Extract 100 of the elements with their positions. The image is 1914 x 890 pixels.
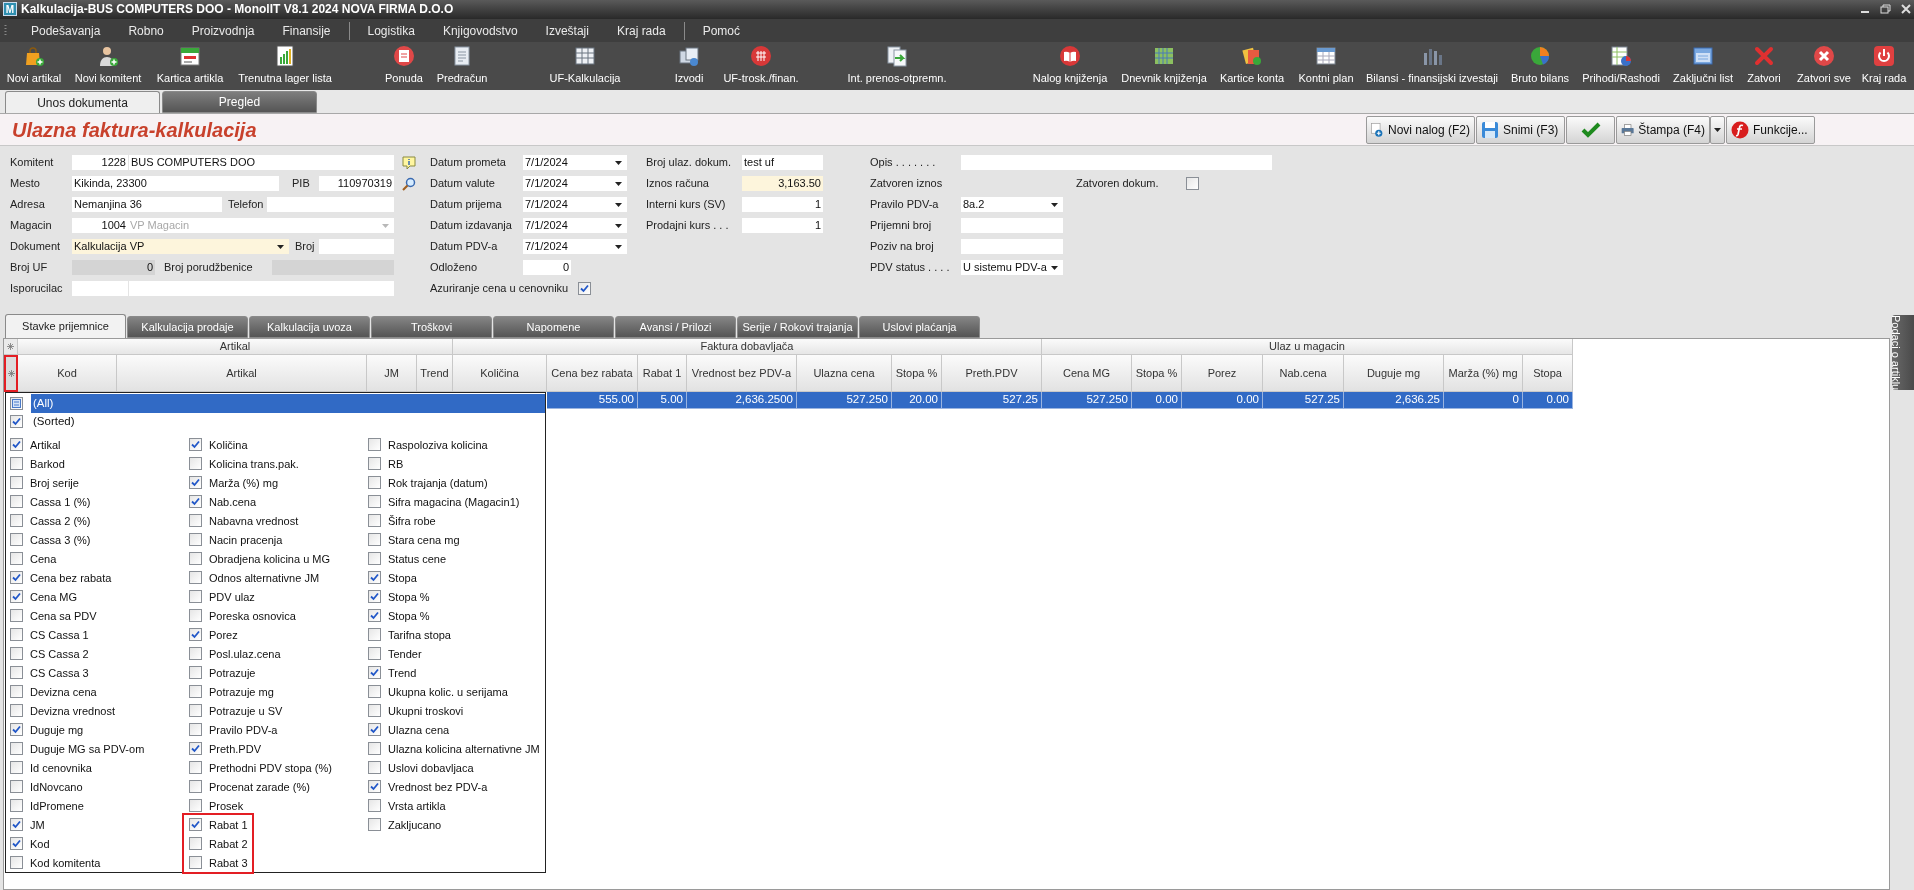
checkbox[interactable] xyxy=(10,666,23,680)
checkbox[interactable] xyxy=(368,476,381,490)
checkbox[interactable] xyxy=(189,818,202,832)
column-option[interactable]: Duguje mg xyxy=(6,720,149,740)
toolbar-button[interactable]: Ponuda xyxy=(384,45,424,87)
menu-item[interactable]: Pomoć xyxy=(688,20,754,41)
toolbar-button[interactable]: UF-Kalkulacija xyxy=(548,45,622,87)
checkbox[interactable] xyxy=(189,476,202,490)
column-option[interactable]: Devizna cena xyxy=(6,682,149,702)
checkbox[interactable] xyxy=(368,533,381,547)
column-option[interactable]: JM xyxy=(6,815,149,835)
checkbox[interactable] xyxy=(189,552,202,566)
input-field[interactable] xyxy=(961,239,1063,254)
column-header[interactable]: Vrednost bez PDV-a xyxy=(687,355,797,392)
column-option[interactable]: Status cene xyxy=(364,549,544,569)
tab[interactable]: Napomene xyxy=(493,316,614,338)
column-option[interactable]: Rok trajanja (datum) xyxy=(364,473,544,493)
column-option[interactable]: Cassa 3 (%) xyxy=(6,530,149,550)
new-order-button[interactable]: Novi nalog (F2) xyxy=(1366,115,1475,144)
column-option[interactable]: Sifra magacina (Magacin1) xyxy=(364,492,544,512)
column-option[interactable]: Ukupni troskovi xyxy=(364,701,544,721)
tab[interactable]: Kalkulacija prodaje xyxy=(127,316,248,338)
toolbar-button[interactable]: Kontni plan xyxy=(1297,45,1355,87)
restore-icon[interactable] xyxy=(1880,4,1891,14)
column-header[interactable]: Kod xyxy=(18,355,117,392)
tab[interactable]: Unos dokumenta xyxy=(5,91,160,113)
toolbar-button[interactable]: Trenutna lager lista xyxy=(237,45,333,87)
checkbox[interactable] xyxy=(189,514,202,528)
column-option[interactable]: Raspoloziva kolicina xyxy=(364,435,544,455)
checkbox[interactable] xyxy=(189,590,202,604)
input-field[interactable]: 1 xyxy=(742,218,823,233)
checkbox[interactable] xyxy=(368,609,381,623)
column-option[interactable]: Ulazna kolicina alternativne JM xyxy=(364,739,544,759)
column-option[interactable]: Porez xyxy=(185,625,336,645)
column-header[interactable]: Duguje mg xyxy=(1344,355,1444,392)
column-header[interactable]: Stopa % xyxy=(1132,355,1182,392)
checkbox[interactable] xyxy=(10,799,23,813)
checkbox[interactable] xyxy=(368,780,381,794)
checkbox[interactable] xyxy=(10,609,23,623)
checkbox[interactable] xyxy=(368,742,381,756)
input-field[interactable]: Kikinda, 23300 xyxy=(72,176,279,191)
tab[interactable]: Serije / Rokovi trajanja xyxy=(737,316,858,338)
column-option[interactable]: Tarifna stopa xyxy=(364,625,544,645)
column-option[interactable]: Artikal xyxy=(6,435,149,455)
input-field[interactable] xyxy=(267,197,394,212)
date-picker[interactable]: 7/1/2024 xyxy=(523,197,627,212)
column-option[interactable]: Stara cena mg xyxy=(364,530,544,550)
checkbox[interactable] xyxy=(189,438,202,452)
column-option[interactable]: Prethodni PDV stopa (%) xyxy=(185,758,336,778)
column-option[interactable]: CS Cassa 2 xyxy=(6,644,149,664)
column-option[interactable]: Cena sa PDV xyxy=(6,606,149,626)
column-option[interactable]: Vrednost bez PDV-a xyxy=(364,777,544,797)
column-option[interactable]: Stopa % xyxy=(364,587,544,607)
column-option[interactable]: Cena bez rabata xyxy=(6,568,149,588)
column-option[interactable]: Broj serije xyxy=(6,473,149,493)
toolbar-button[interactable]: Bilansi - finansijski izvestaji xyxy=(1365,45,1500,87)
checkbox[interactable] xyxy=(189,533,202,547)
info-icon[interactable] xyxy=(402,155,416,170)
checkbox[interactable] xyxy=(10,571,23,585)
close-icon[interactable] xyxy=(1901,4,1911,14)
column-header[interactable]: Količina xyxy=(453,355,547,392)
column-option[interactable]: Nab.cena xyxy=(185,492,336,512)
toolbar-button[interactable]: Zaključni list xyxy=(1672,45,1734,87)
checkbox[interactable] xyxy=(10,514,23,528)
column-option[interactable]: CS Cassa 3 xyxy=(6,663,149,683)
column-option[interactable]: Cena MG xyxy=(6,587,149,607)
column-option[interactable]: Poreska osnovica xyxy=(185,606,336,626)
column-header[interactable]: Cena MG xyxy=(1042,355,1132,392)
checkbox[interactable] xyxy=(368,457,381,471)
checkbox[interactable] xyxy=(10,628,23,642)
checkbox[interactable] xyxy=(368,799,381,813)
column-option[interactable]: Marža (%) mg xyxy=(185,473,336,493)
column-option[interactable]: RB xyxy=(364,454,544,474)
code-field[interactable] xyxy=(72,281,128,296)
checkbox[interactable] xyxy=(189,628,202,642)
column-option[interactable]: Nacin pracenja xyxy=(185,530,336,550)
checkbox[interactable] xyxy=(10,704,23,718)
column-option[interactable]: Obradjena kolicina u MG xyxy=(185,549,336,569)
column-option[interactable]: Barkod xyxy=(6,454,149,474)
checkbox[interactable] xyxy=(189,704,202,718)
row-selector-header[interactable] xyxy=(4,355,18,392)
toolbar-button[interactable]: Dnevnik knjiženja xyxy=(1120,45,1208,87)
checkbox[interactable] xyxy=(368,685,381,699)
checkbox[interactable] xyxy=(189,685,202,699)
toolbar-button[interactable]: Kraj rada xyxy=(1860,45,1908,87)
checkbox[interactable] xyxy=(189,799,202,813)
column-option[interactable]: IdNovcano xyxy=(6,777,149,797)
input-field[interactable]: BUS COMPUTERS DOO xyxy=(129,155,394,170)
input-field[interactable] xyxy=(961,155,1272,170)
column-option[interactable]: Potrazuje xyxy=(185,663,336,683)
search-icon[interactable] xyxy=(402,176,416,191)
checkbox[interactable] xyxy=(10,780,23,794)
checkbox[interactable] xyxy=(10,533,23,547)
column-option[interactable]: Prosek xyxy=(185,796,336,816)
checkbox[interactable] xyxy=(368,590,381,604)
toolbar-button[interactable]: Prihodi/Rashodi xyxy=(1581,45,1661,87)
checkbox[interactable] xyxy=(10,856,23,870)
checkbox[interactable] xyxy=(189,856,202,870)
checkbox[interactable] xyxy=(368,495,381,509)
checkbox[interactable] xyxy=(10,590,23,604)
